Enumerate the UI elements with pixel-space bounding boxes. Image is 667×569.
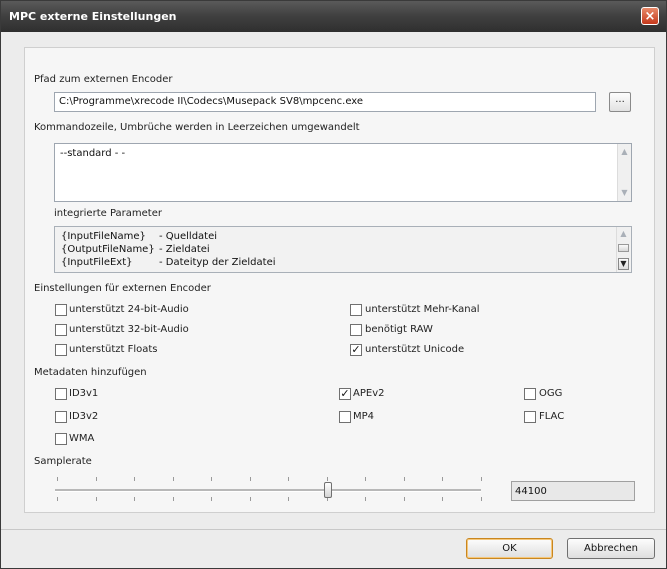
slider-tick — [96, 497, 97, 501]
close-button[interactable]: × — [641, 7, 659, 25]
param-desc: - Quelldatei — [159, 231, 218, 242]
command-line-label: Kommandozeile, Umbrüche werden in Leerze… — [34, 122, 360, 133]
slider-tick — [57, 497, 58, 501]
metadata-label: Metadaten hinzufügen — [34, 367, 147, 378]
slider-tick — [365, 477, 366, 481]
samplerate-value-field: 44100 — [511, 481, 635, 501]
slider-tick — [134, 477, 135, 481]
apev2-label[interactable]: APEv2 — [353, 388, 384, 399]
close-icon: × — [644, 9, 656, 24]
check-icon: ✓ — [351, 343, 361, 356]
params-label: integrierte Parameter — [54, 208, 162, 219]
support-unicode-checkbox[interactable]: ✓ — [350, 344, 362, 356]
encoder-path-value: C:\Programme\xrecode II\Codecs\Musepack … — [59, 96, 364, 107]
slider-tick — [288, 497, 289, 501]
slider-tick — [365, 497, 366, 501]
browse-button[interactable]: ... — [609, 92, 631, 112]
samplerate-label: Samplerate — [34, 456, 92, 467]
param-name: {InputFileName} — [61, 231, 146, 242]
slider-tick — [404, 497, 405, 501]
cancel-button[interactable]: Abbrechen — [567, 538, 655, 559]
requires-raw-label[interactable]: benötigt RAW — [365, 324, 433, 335]
slider-tick — [404, 477, 405, 481]
slider-tick — [211, 477, 212, 481]
check-icon: ✓ — [340, 387, 350, 400]
ogg-checkbox[interactable] — [524, 388, 536, 400]
wma-label[interactable]: WMA — [69, 433, 94, 444]
slider-tick — [173, 497, 174, 501]
slider-tick — [442, 477, 443, 481]
support-floats-label[interactable]: unterstützt Floats — [69, 344, 158, 355]
param-desc: - Dateityp der Zieldatei — [159, 257, 276, 268]
id3v1-label[interactable]: ID3v1 — [69, 388, 98, 399]
slider-tick — [481, 497, 482, 501]
scroll-up-icon[interactable]: ▲ — [619, 146, 630, 158]
samplerate-value: 44100 — [515, 486, 547, 497]
settings-panel — [24, 47, 655, 513]
slider-tick — [96, 477, 97, 481]
slider-tick — [327, 477, 328, 481]
slider-tick — [288, 477, 289, 481]
id3v2-checkbox[interactable] — [55, 411, 67, 423]
title-bar[interactable]: MPC externe Einstellungen × — [1, 1, 666, 32]
samplerate-slider-thumb[interactable] — [324, 482, 332, 498]
mp4-label[interactable]: MP4 — [353, 411, 374, 422]
wma-checkbox[interactable] — [55, 433, 67, 445]
apev2-checkbox[interactable]: ✓ — [339, 388, 351, 400]
slider-tick — [250, 477, 251, 481]
scroll-down-icon[interactable]: ▼ — [619, 187, 630, 199]
scroll-down-icon[interactable]: ▼ — [618, 258, 629, 270]
support-24bit-label[interactable]: unterstützt 24-bit-Audio — [69, 304, 189, 315]
requires-raw-checkbox[interactable] — [350, 324, 362, 336]
slider-tick — [481, 477, 482, 481]
slider-tick — [442, 497, 443, 501]
support-24bit-checkbox[interactable] — [55, 304, 67, 316]
ok-button[interactable]: OK — [466, 538, 553, 559]
scroll-up-icon[interactable]: ▲ — [618, 228, 629, 240]
command-line-value: --standard - - — [60, 148, 126, 159]
param-name: {InputFileExt} — [61, 257, 133, 268]
flac-label[interactable]: FLAC — [539, 411, 564, 422]
command-scrollbar[interactable]: ▲ ▼ — [617, 144, 631, 201]
slider-tick — [173, 477, 174, 481]
samplerate-slider-track[interactable] — [55, 489, 481, 492]
command-line-input[interactable]: --standard - - ▲ ▼ — [54, 143, 632, 202]
encoder-path-input[interactable]: C:\Programme\xrecode II\Codecs\Musepack … — [54, 92, 596, 112]
param-name: {OutputFileName} — [61, 244, 155, 255]
button-area-divider — [1, 529, 666, 530]
window-title: MPC externe Einstellungen — [9, 10, 177, 23]
scroll-thumb[interactable] — [618, 244, 629, 252]
support-32bit-checkbox[interactable] — [55, 324, 67, 336]
params-list[interactable]: {InputFileName} - Quelldatei {OutputFile… — [54, 226, 632, 273]
encoder-path-label: Pfad zum externen Encoder — [34, 74, 173, 85]
support-floats-checkbox[interactable] — [55, 344, 67, 356]
support-unicode-label[interactable]: unterstützt Unicode — [365, 344, 464, 355]
mp4-checkbox[interactable] — [339, 411, 351, 423]
slider-tick — [211, 497, 212, 501]
slider-tick — [250, 497, 251, 501]
support-multichannel-checkbox[interactable] — [350, 304, 362, 316]
support-multichannel-label[interactable]: unterstützt Mehr-Kanal — [365, 304, 480, 315]
encoder-settings-label: Einstellungen für externen Encoder — [34, 283, 211, 294]
slider-tick — [57, 477, 58, 481]
support-32bit-label[interactable]: unterstützt 32-bit-Audio — [69, 324, 189, 335]
flac-checkbox[interactable] — [524, 411, 536, 423]
dialog-window: MPC externe Einstellungen × Pfad zum ext… — [0, 0, 667, 569]
ogg-label[interactable]: OGG — [539, 388, 562, 399]
param-desc: - Zieldatei — [159, 244, 210, 255]
id3v2-label[interactable]: ID3v2 — [69, 411, 98, 422]
id3v1-checkbox[interactable] — [55, 388, 67, 400]
slider-tick — [134, 497, 135, 501]
params-scrollbar[interactable]: ▲ ▼ — [616, 227, 630, 272]
